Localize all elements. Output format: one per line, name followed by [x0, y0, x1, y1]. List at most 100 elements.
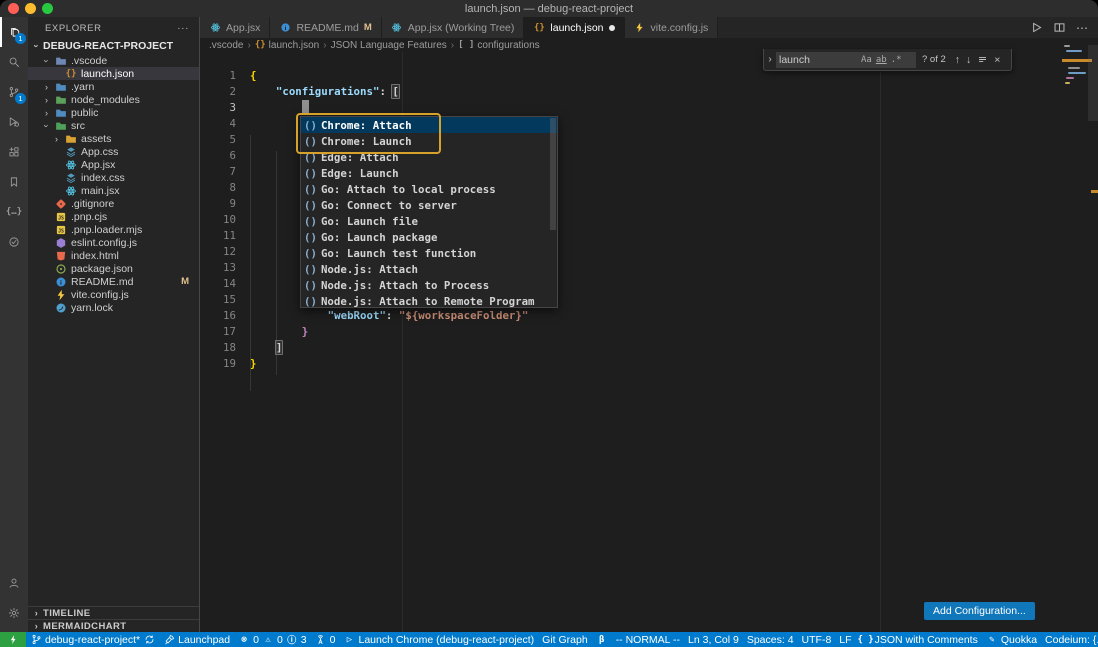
tree-item-app-css[interactable]: App.css — [28, 145, 199, 158]
activity-item-extensions[interactable] — [0, 137, 28, 167]
status-problems[interactable]: ⊗0⚠0ⓘ3 — [234, 632, 311, 647]
tree-item-public[interactable]: ›public — [28, 106, 199, 119]
tree-item--pnp-loader-mjs[interactable]: JS.pnp.loader.mjs — [28, 223, 199, 236]
activity-item-quokka[interactable] — [0, 227, 28, 257]
line-number[interactable]: 7 — [200, 164, 236, 180]
suggest-item-go-attach-to-local-process[interactable]: ()Go: Attach to local process — [301, 181, 557, 197]
line-number[interactable]: 2 — [200, 84, 236, 100]
status-codeium[interactable]: Codeium: {...} — [1041, 632, 1098, 647]
code-line-16[interactable]: 16 "webRoot": "${workspaceFolder}" — [200, 308, 1098, 324]
line-number[interactable]: 18 — [200, 340, 236, 356]
minimap-slider[interactable] — [1088, 45, 1098, 121]
more-actions-icon[interactable]: ⋯ — [1076, 22, 1088, 34]
line-number[interactable]: 19 — [200, 356, 236, 372]
tab-launch-json[interactable]: {}launch.json — [524, 17, 624, 38]
suggest-item-node-js-attach-to-remote-program[interactable]: ()Node.js: Attach to Remote Program — [301, 293, 557, 309]
tree-item-eslint-config-js[interactable]: eslint.config.js — [28, 236, 199, 249]
activity-item-run-debug[interactable] — [0, 107, 28, 137]
suggest-scrollbar[interactable] — [550, 118, 556, 230]
tree-item-readme-md[interactable]: iREADME.mdM — [28, 275, 199, 288]
suggest-item-edge-launch[interactable]: ()Edge: Launch — [301, 165, 557, 181]
line-number[interactable]: 14 — [200, 276, 236, 292]
tree-item-node-modules[interactable]: ›node_modules — [28, 93, 199, 106]
status-debug-launch[interactable]: ▷Launch Chrome (debug-react-project) — [339, 632, 538, 647]
status-extension-glyph[interactable]: β — [592, 632, 612, 647]
add-configuration-button[interactable]: Add Configuration... — [924, 602, 1035, 620]
line-number[interactable]: 12 — [200, 244, 236, 260]
line-number[interactable]: 3 — [200, 100, 236, 116]
line-number[interactable]: 11 — [200, 228, 236, 244]
tree-item-launch-json[interactable]: {}launch.json — [28, 67, 199, 80]
status-indentation[interactable]: Spaces: 4 — [743, 632, 798, 647]
activity-item-snippets[interactable]: {…} — [0, 197, 28, 227]
tree-item-main-jsx[interactable]: main.jsx — [28, 184, 199, 197]
find-close-button[interactable]: × — [994, 54, 1000, 66]
tree-item--pnp-cjs[interactable]: JS.pnp.cjs — [28, 210, 199, 223]
find-next-button[interactable]: ↓ — [966, 54, 971, 66]
suggest-item-go-launch-test-function[interactable]: ()Go: Launch test function — [301, 245, 557, 261]
line-number[interactable]: 15 — [200, 292, 236, 308]
breadcrumb-item--vscode[interactable]: .vscode — [209, 40, 243, 51]
suggest-item-go-launch-file[interactable]: ()Go: Launch file — [301, 213, 557, 229]
split-editor-icon[interactable] — [1053, 21, 1066, 34]
suggest-item-node-js-attach-to-process[interactable]: ()Node.js: Attach to Process — [301, 277, 557, 293]
tree-item-package-json[interactable]: package.json — [28, 262, 199, 275]
suggest-item-go-connect-to-server[interactable]: ()Go: Connect to server — [301, 197, 557, 213]
sidebar-section-timeline[interactable]: ›TIMELINE — [28, 606, 199, 619]
find-input[interactable] — [779, 54, 857, 66]
tree-item-vite-config-js[interactable]: vite.config.js — [28, 288, 199, 301]
status-ports[interactable]: 0 — [311, 632, 340, 647]
tab-readme-md[interactable]: iREADME.mdM — [270, 17, 381, 38]
unsaved-dot-icon[interactable] — [609, 25, 615, 31]
line-number[interactable]: 16 — [200, 308, 236, 324]
line-number[interactable]: 6 — [200, 148, 236, 164]
status-quokka[interactable]: ✎Quokka — [982, 632, 1041, 647]
regex-toggle[interactable]: .* — [891, 55, 902, 65]
tree-item-index-css[interactable]: index.css — [28, 171, 199, 184]
tree-item-index-html[interactable]: index.html — [28, 249, 199, 262]
tree-item-src[interactable]: ›src — [28, 119, 199, 132]
line-number[interactable]: 4 — [200, 116, 236, 132]
suggest-item-go-launch-package[interactable]: ()Go: Launch package — [301, 229, 557, 245]
line-number[interactable]: 10 — [200, 212, 236, 228]
line-number[interactable]: 1 — [200, 68, 236, 84]
activity-item-source-control[interactable]: 1 — [0, 77, 28, 107]
activity-item-settings[interactable] — [0, 598, 28, 628]
activity-item-bookmarks[interactable] — [0, 167, 28, 197]
activity-item-explorer[interactable]: 1 — [0, 17, 28, 47]
status-encoding[interactable]: UTF-8 — [798, 632, 836, 647]
line-number[interactable]: 9 — [200, 196, 236, 212]
activity-item-search[interactable] — [0, 47, 28, 77]
whole-word-toggle[interactable]: ab — [876, 55, 887, 65]
breadcrumb-item-configurations[interactable]: [ ]configurations — [458, 40, 540, 51]
tree-item-yarn-lock[interactable]: yarn.lock — [28, 301, 199, 314]
run-file-icon[interactable] — [1030, 21, 1043, 34]
tree-item-app-jsx[interactable]: App.jsx — [28, 158, 199, 171]
explorer-more-actions-icon[interactable]: ··· — [177, 23, 189, 34]
line-number[interactable]: 13 — [200, 260, 236, 276]
find-previous-button[interactable]: ↑ — [955, 54, 960, 66]
status-launchpad[interactable]: Launchpad — [159, 632, 234, 647]
minimize-window-button[interactable] — [25, 3, 36, 14]
code-line-19[interactable]: 19} — [200, 356, 1098, 372]
breadcrumb-item-launch-json[interactable]: {}launch.json — [255, 40, 319, 51]
find-expand-chevron-icon[interactable]: › — [764, 54, 776, 65]
match-case-toggle[interactable]: Aa — [861, 55, 872, 65]
breadcrumb-item-json-language-features[interactable]: JSON Language Features — [331, 40, 447, 51]
tree-item--gitignore[interactable]: .gitignore — [28, 197, 199, 210]
activity-item-accounts[interactable] — [0, 568, 28, 598]
tree-item-assets[interactable]: ›assets — [28, 132, 199, 145]
status-git-branch[interactable]: debug-react-project* — [26, 632, 159, 647]
maximize-window-button[interactable] — [42, 3, 53, 14]
suggest-item-node-js-attach[interactable]: ()Node.js: Attach — [301, 261, 557, 277]
tab-app-jsx[interactable]: App.jsx — [200, 17, 270, 38]
status-cursor-position[interactable]: Ln 3, Col 9 — [684, 632, 743, 647]
status-remote-indicator[interactable] — [0, 632, 26, 647]
status-eol[interactable]: LF — [835, 632, 855, 647]
line-number[interactable]: 5 — [200, 132, 236, 148]
line-number[interactable]: 8 — [200, 180, 236, 196]
find-in-selection-button[interactable] — [977, 54, 988, 65]
close-window-button[interactable] — [8, 3, 19, 14]
code-line-2[interactable]: 2 "configurations": [ — [200, 84, 1098, 100]
tree-item-project-root[interactable]: › DEBUG-REACT-PROJECT — [28, 39, 199, 53]
